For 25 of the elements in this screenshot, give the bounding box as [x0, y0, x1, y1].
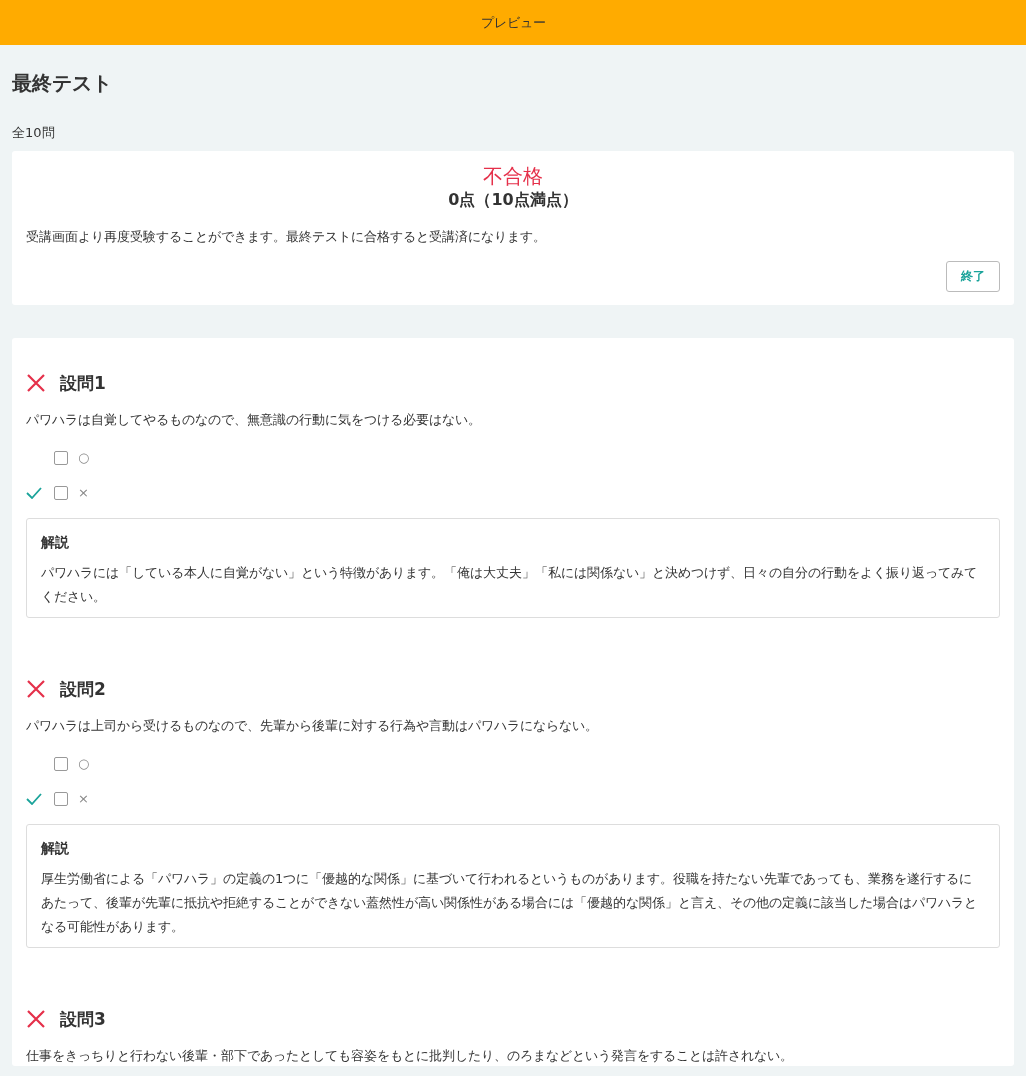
- result-message: 受講画面より再度受験することができます。最終テストに合格すると受講済になります。: [26, 228, 547, 246]
- question-text: パワハラは自覚してやるものなので、無意識の行動に気をつける必要はない。: [26, 411, 482, 429]
- question-count: 全10問: [12, 124, 56, 142]
- checkbox[interactable]: [54, 756, 68, 771]
- question-text: 仕事をきっちりと行わない後輩・部下であったとしても容姿をもとに批判したり、のろまなどという発言をすることは許されない。: [26, 1047, 794, 1065]
- option-label: ×: [78, 791, 89, 806]
- explanation-title: 解説: [41, 533, 70, 552]
- explanation-text: 厚生労働省による「パワハラ」の定義の1つに「優越的な関係」に基づいて行われるというものがあります。役職を持たない先輩であっても、業務を遂行するにあたって、後輩が先輩に抵抗や拒絶することができない蓋然性が高い関係性がある場合には「優越的な関係」と言え、その他の定義に該当した場合はパワハラとなる可能性があります。: [41, 870, 978, 936]
- finish-button[interactable]: 終了: [946, 261, 1000, 292]
- question-title: 設問2: [60, 677, 106, 701]
- score-text: 0点（10点満点）: [447, 189, 579, 211]
- question-title: 設問3: [60, 1007, 106, 1031]
- explanation-text: パワハラには「している本人に自覚がない」という特徴があります。「俺は大丈夫」「私には関係ない」と決めつけず、日々の自分の行動をよく振り返ってみてください。: [41, 564, 978, 606]
- checkbox[interactable]: [54, 485, 68, 500]
- option-label: ×: [78, 485, 89, 500]
- option-label: ○: [78, 450, 90, 465]
- page-title: 最終テスト: [12, 70, 113, 97]
- question-text: パワハラは上司から受けるものなので、先輩から後輩に対する行為や言動はパワハラにならない。: [26, 717, 599, 735]
- checkbox[interactable]: [54, 791, 68, 806]
- option-label: ○: [78, 756, 90, 771]
- result-status: 不合格: [482, 163, 544, 189]
- question-title: 設問1: [60, 371, 106, 395]
- checkbox[interactable]: [54, 450, 68, 465]
- header-title: プレビュー: [480, 13, 546, 32]
- explanation-title: 解説: [41, 839, 70, 858]
